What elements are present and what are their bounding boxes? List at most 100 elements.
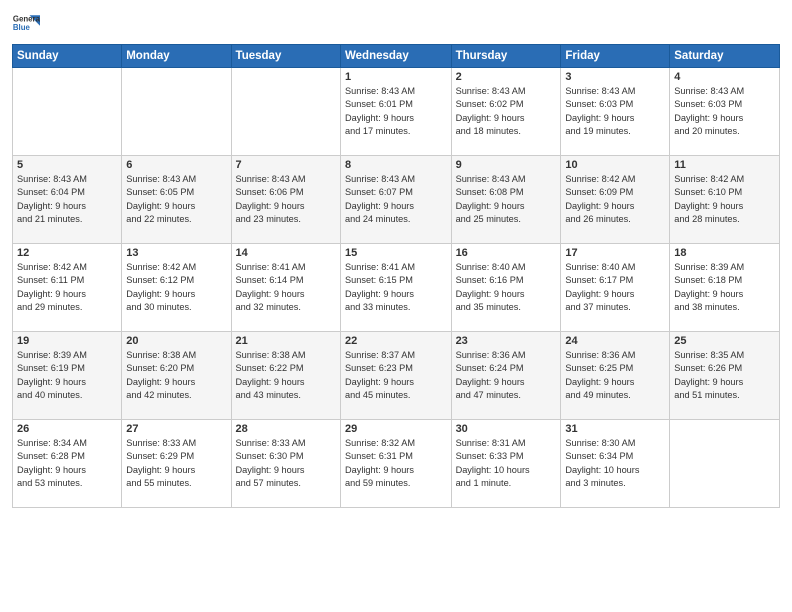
day-info: Sunrise: 8:31 AM Sunset: 6:33 PM Dayligh… bbox=[456, 437, 557, 490]
calendar-cell: 22 Sunrise: 8:37 AM Sunset: 6:23 PM Dayli… bbox=[341, 332, 452, 420]
week-row-4: 19 Sunrise: 8:39 AM Sunset: 6:19 PM Dayli… bbox=[13, 332, 780, 420]
day-info: Sunrise: 8:43 AM Sunset: 6:03 PM Dayligh… bbox=[565, 85, 665, 138]
calendar-cell bbox=[231, 68, 340, 156]
day-info: Sunrise: 8:43 AM Sunset: 6:01 PM Dayligh… bbox=[345, 85, 447, 138]
calendar-cell bbox=[670, 420, 780, 508]
calendar-cell: 21 Sunrise: 8:38 AM Sunset: 6:22 PM Dayli… bbox=[231, 332, 340, 420]
calendar-cell: 26Sunrise: 8:34 AM Sunset: 6:28 PM Dayli… bbox=[13, 420, 122, 508]
weekday-header-sunday: Sunday bbox=[13, 45, 122, 68]
calendar-cell bbox=[13, 68, 122, 156]
calendar-cell: 16Sunrise: 8:40 AM Sunset: 6:16 PM Dayli… bbox=[451, 244, 561, 332]
calendar-cell: 14Sunrise: 8:41 AM Sunset: 6:14 PM Dayli… bbox=[231, 244, 340, 332]
day-number: 11 bbox=[674, 159, 775, 171]
day-number: 21 bbox=[236, 335, 336, 347]
weekday-header-saturday: Saturday bbox=[670, 45, 780, 68]
calendar-cell: 7 Sunrise: 8:43 AM Sunset: 6:06 PM Daylig… bbox=[231, 156, 340, 244]
day-info: Sunrise: 8:30 AM Sunset: 6:34 PM Dayligh… bbox=[565, 437, 665, 490]
day-number: 29 bbox=[345, 423, 447, 435]
calendar-cell: 2 Sunrise: 8:43 AM Sunset: 6:02 PM Daylig… bbox=[451, 68, 561, 156]
calendar-cell: 27 Sunrise: 8:33 AM Sunset: 6:29 PM Dayli… bbox=[122, 420, 231, 508]
day-info: Sunrise: 8:43 AM Sunset: 6:08 PM Dayligh… bbox=[456, 173, 557, 226]
day-number: 8 bbox=[345, 159, 447, 171]
weekday-header-wednesday: Wednesday bbox=[341, 45, 452, 68]
day-info: Sunrise: 8:42 AM Sunset: 6:11 PM Dayligh… bbox=[17, 261, 117, 314]
day-number: 1 bbox=[345, 71, 447, 83]
day-number: 14 bbox=[236, 247, 336, 259]
week-row-3: 12 Sunrise: 8:42 AM Sunset: 6:11 PM Dayli… bbox=[13, 244, 780, 332]
day-number: 27 bbox=[126, 423, 226, 435]
week-row-5: 26Sunrise: 8:34 AM Sunset: 6:28 PM Dayli… bbox=[13, 420, 780, 508]
calendar-cell: 28 Sunrise: 8:33 AM Sunset: 6:30 PM Dayli… bbox=[231, 420, 340, 508]
week-row-1: 1 Sunrise: 8:43 AM Sunset: 6:01 PM Daylig… bbox=[13, 68, 780, 156]
day-info: Sunrise: 8:43 AM Sunset: 6:07 PM Dayligh… bbox=[345, 173, 447, 226]
day-info: Sunrise: 8:33 AM Sunset: 6:30 PM Dayligh… bbox=[236, 437, 336, 490]
day-info: Sunrise: 8:41 AM Sunset: 6:15 PM Dayligh… bbox=[345, 261, 447, 314]
day-info: Sunrise: 8:43 AM Sunset: 6:04 PM Dayligh… bbox=[17, 173, 117, 226]
calendar-cell: 6 Sunrise: 8:43 AM Sunset: 6:05 PM Daylig… bbox=[122, 156, 231, 244]
day-number: 5 bbox=[17, 159, 117, 171]
calendar-cell: 24 Sunrise: 8:36 AM Sunset: 6:25 PM Dayli… bbox=[561, 332, 670, 420]
day-number: 4 bbox=[674, 71, 775, 83]
day-number: 28 bbox=[236, 423, 336, 435]
calendar-cell: 19 Sunrise: 8:39 AM Sunset: 6:19 PM Dayli… bbox=[13, 332, 122, 420]
calendar-cell: 12 Sunrise: 8:42 AM Sunset: 6:11 PM Dayli… bbox=[13, 244, 122, 332]
calendar-cell: 23 Sunrise: 8:36 AM Sunset: 6:24 PM Dayli… bbox=[451, 332, 561, 420]
day-number: 3 bbox=[565, 71, 665, 83]
svg-text:General: General bbox=[13, 14, 40, 23]
logo-icon: General Blue bbox=[12, 10, 40, 38]
svg-text:Blue: Blue bbox=[13, 23, 31, 32]
calendar-table: SundayMondayTuesdayWednesdayThursdayFrid… bbox=[12, 44, 780, 508]
calendar-cell bbox=[122, 68, 231, 156]
day-number: 31 bbox=[565, 423, 665, 435]
calendar-cell: 13Sunrise: 8:42 AM Sunset: 6:12 PM Dayli… bbox=[122, 244, 231, 332]
day-info: Sunrise: 8:43 AM Sunset: 6:05 PM Dayligh… bbox=[126, 173, 226, 226]
day-number: 15 bbox=[345, 247, 447, 259]
day-info: Sunrise: 8:38 AM Sunset: 6:20 PM Dayligh… bbox=[126, 349, 226, 402]
calendar-cell: 4Sunrise: 8:43 AM Sunset: 6:03 PM Daylig… bbox=[670, 68, 780, 156]
day-number: 20 bbox=[126, 335, 226, 347]
calendar-body: 1 Sunrise: 8:43 AM Sunset: 6:01 PM Daylig… bbox=[13, 68, 780, 508]
week-row-2: 5 Sunrise: 8:43 AM Sunset: 6:04 PM Daylig… bbox=[13, 156, 780, 244]
calendar-cell: 5 Sunrise: 8:43 AM Sunset: 6:04 PM Daylig… bbox=[13, 156, 122, 244]
day-info: Sunrise: 8:40 AM Sunset: 6:16 PM Dayligh… bbox=[456, 261, 557, 314]
calendar-cell: 25Sunrise: 8:35 AM Sunset: 6:26 PM Dayli… bbox=[670, 332, 780, 420]
day-info: Sunrise: 8:42 AM Sunset: 6:09 PM Dayligh… bbox=[565, 173, 665, 226]
weekday-header-row: SundayMondayTuesdayWednesdayThursdayFrid… bbox=[13, 45, 780, 68]
calendar-cell: 8 Sunrise: 8:43 AM Sunset: 6:07 PM Daylig… bbox=[341, 156, 452, 244]
calendar-cell: 10 Sunrise: 8:42 AM Sunset: 6:09 PM Dayli… bbox=[561, 156, 670, 244]
calendar-cell: 20 Sunrise: 8:38 AM Sunset: 6:20 PM Dayli… bbox=[122, 332, 231, 420]
day-number: 7 bbox=[236, 159, 336, 171]
calendar-cell: 9Sunrise: 8:43 AM Sunset: 6:08 PM Daylig… bbox=[451, 156, 561, 244]
day-number: 23 bbox=[456, 335, 557, 347]
page-header: General Blue bbox=[12, 10, 780, 38]
day-number: 13 bbox=[126, 247, 226, 259]
day-info: Sunrise: 8:36 AM Sunset: 6:24 PM Dayligh… bbox=[456, 349, 557, 402]
calendar-cell: 18Sunrise: 8:39 AM Sunset: 6:18 PM Dayli… bbox=[670, 244, 780, 332]
day-info: Sunrise: 8:36 AM Sunset: 6:25 PM Dayligh… bbox=[565, 349, 665, 402]
day-info: Sunrise: 8:33 AM Sunset: 6:29 PM Dayligh… bbox=[126, 437, 226, 490]
day-number: 19 bbox=[17, 335, 117, 347]
weekday-header-friday: Friday bbox=[561, 45, 670, 68]
day-info: Sunrise: 8:43 AM Sunset: 6:06 PM Dayligh… bbox=[236, 173, 336, 226]
day-number: 22 bbox=[345, 335, 447, 347]
day-info: Sunrise: 8:40 AM Sunset: 6:17 PM Dayligh… bbox=[565, 261, 665, 314]
day-info: Sunrise: 8:38 AM Sunset: 6:22 PM Dayligh… bbox=[236, 349, 336, 402]
day-number: 17 bbox=[565, 247, 665, 259]
day-info: Sunrise: 8:37 AM Sunset: 6:23 PM Dayligh… bbox=[345, 349, 447, 402]
day-number: 26 bbox=[17, 423, 117, 435]
day-info: Sunrise: 8:39 AM Sunset: 6:19 PM Dayligh… bbox=[17, 349, 117, 402]
day-number: 6 bbox=[126, 159, 226, 171]
day-info: Sunrise: 8:32 AM Sunset: 6:31 PM Dayligh… bbox=[345, 437, 447, 490]
calendar-cell: 15 Sunrise: 8:41 AM Sunset: 6:15 PM Dayli… bbox=[341, 244, 452, 332]
day-info: Sunrise: 8:35 AM Sunset: 6:26 PM Dayligh… bbox=[674, 349, 775, 402]
weekday-header-tuesday: Tuesday bbox=[231, 45, 340, 68]
day-number: 12 bbox=[17, 247, 117, 259]
calendar-cell: 30Sunrise: 8:31 AM Sunset: 6:33 PM Dayli… bbox=[451, 420, 561, 508]
day-number: 10 bbox=[565, 159, 665, 171]
calendar-cell: 11 Sunrise: 8:42 AM Sunset: 6:10 PM Dayli… bbox=[670, 156, 780, 244]
day-info: Sunrise: 8:42 AM Sunset: 6:10 PM Dayligh… bbox=[674, 173, 775, 226]
day-info: Sunrise: 8:43 AM Sunset: 6:02 PM Dayligh… bbox=[456, 85, 557, 138]
day-number: 24 bbox=[565, 335, 665, 347]
calendar-cell: 29 Sunrise: 8:32 AM Sunset: 6:31 PM Dayli… bbox=[341, 420, 452, 508]
day-number: 2 bbox=[456, 71, 557, 83]
